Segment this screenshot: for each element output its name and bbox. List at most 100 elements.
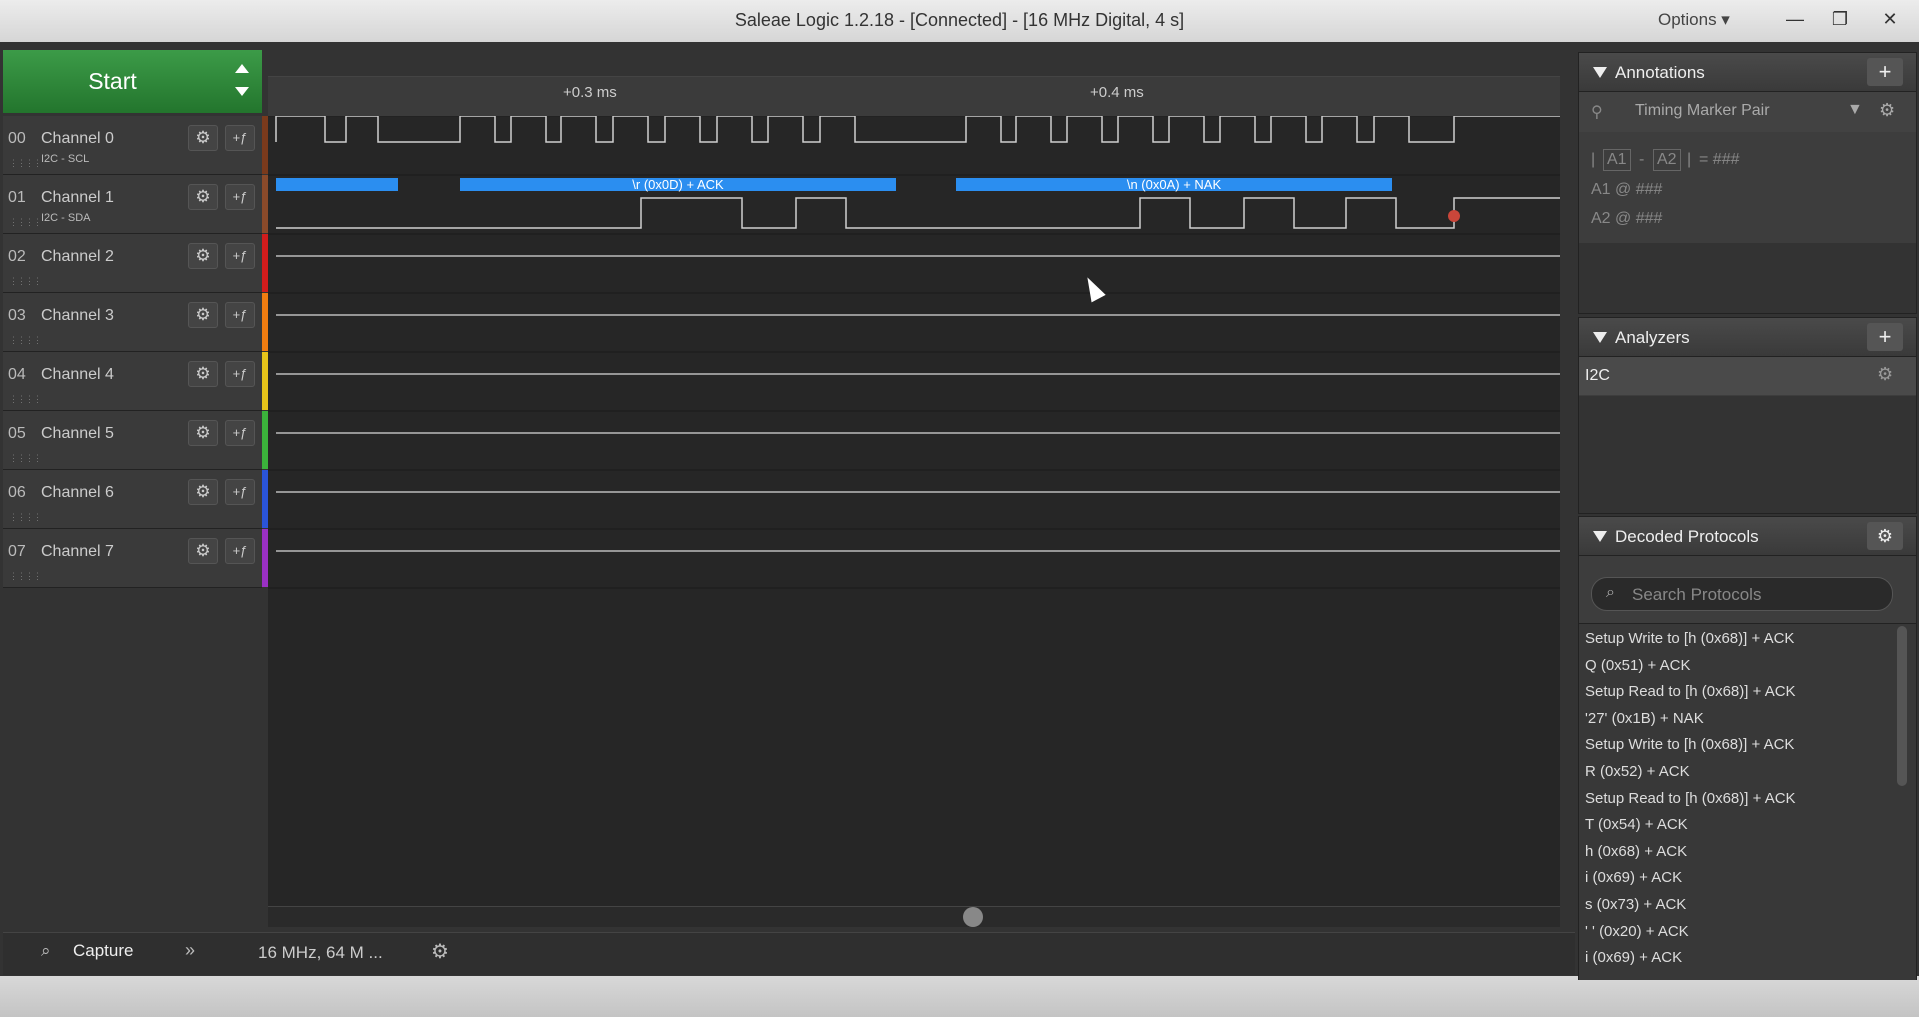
trigger-icon[interactable]: +ƒ xyxy=(225,302,255,328)
drag-handle-icon[interactable]: ⋮⋮⋮⋮ xyxy=(9,453,42,464)
drag-handle-icon[interactable]: ⋮⋮⋮⋮ xyxy=(9,335,42,346)
scroll-thumb[interactable] xyxy=(963,907,983,927)
double-chevron-icon[interactable]: » xyxy=(185,940,195,961)
decode-bar[interactable] xyxy=(276,178,398,191)
protocol-list-item[interactable]: s (0x73) + ACK xyxy=(1585,896,1686,913)
capture-tab[interactable]: Capture xyxy=(73,941,133,961)
marker-pin-icon: ⚲ xyxy=(1591,104,1603,121)
channel-name[interactable]: Channel 4 xyxy=(41,366,114,384)
decode-bar-label: \r (0x0D) + ACK xyxy=(632,177,724,192)
drag-handle-icon[interactable]: ⋮⋮⋮⋮ xyxy=(9,571,42,582)
collapse-triangle-icon[interactable] xyxy=(1593,332,1607,343)
a1-marker[interactable]: A1 xyxy=(1603,149,1631,171)
horizontal-scrollbar[interactable] xyxy=(268,906,1560,927)
timing-marker-row[interactable]: ⚲ Timing Marker Pair ▼ ⚙ xyxy=(1579,92,1916,132)
search-input[interactable] xyxy=(1630,583,1884,607)
collapse-triangle-icon[interactable] xyxy=(1593,531,1607,542)
channel-row[interactable]: 06 ⋮⋮⋮⋮ Channel 6 ⚙ +ƒ xyxy=(3,470,262,529)
delta-value: = ### xyxy=(1699,151,1740,168)
protocol-list-item[interactable]: Setup Write to [h (0x68)] + ACK xyxy=(1585,630,1794,647)
gear-icon[interactable]: ⚙ xyxy=(188,125,218,151)
channel-name[interactable]: Channel 0 xyxy=(41,130,114,148)
protocol-list-item[interactable]: i (0x69) + ACK xyxy=(1585,949,1682,966)
trigger-icon[interactable]: +ƒ xyxy=(225,125,255,151)
protocol-list-item[interactable]: T (0x54) + ACK xyxy=(1585,816,1688,833)
gear-icon[interactable]: ⚙ xyxy=(1877,364,1893,385)
protocol-list-item[interactable]: Setup Read to [h (0x68)] + ACK xyxy=(1585,790,1796,807)
channel-name[interactable]: Channel 3 xyxy=(41,307,114,325)
decoded-protocols-panel: Decoded Protocols ⚙ ⌕ Setup Write to [h … xyxy=(1578,516,1917,980)
drag-handle-icon[interactable]: ⋮⋮⋮⋮ xyxy=(9,158,42,169)
channel-row[interactable]: 03 ⋮⋮⋮⋮ Channel 3 ⚙ +ƒ xyxy=(3,293,262,352)
status-footer xyxy=(0,976,1919,1017)
analyzer-item[interactable]: I2C ⚙ xyxy=(1579,357,1916,395)
protocol-list-item[interactable]: h (0x68) + ACK xyxy=(1585,843,1687,860)
restore-button[interactable]: ❐ xyxy=(1820,4,1860,34)
trigger-icon[interactable]: +ƒ xyxy=(225,184,255,210)
protocol-list-item[interactable]: Setup Write to [h (0x68)] + ACK xyxy=(1585,736,1794,753)
protocol-list-item[interactable]: i (0x69) + ACK xyxy=(1585,869,1682,886)
trigger-icon[interactable]: +ƒ xyxy=(225,420,255,446)
a2-marker[interactable]: A2 xyxy=(1653,149,1681,171)
protocol-list-item[interactable]: '27' (0x1B) + NAK xyxy=(1585,710,1704,727)
channel-row[interactable]: 05 ⋮⋮⋮⋮ Channel 5 ⚙ +ƒ xyxy=(3,411,262,470)
gear-icon[interactable]: ⚙ xyxy=(188,479,218,505)
gear-icon[interactable]: ⚙ xyxy=(188,420,218,446)
gear-icon[interactable]: ⚙ xyxy=(188,302,218,328)
protocol-list[interactable]: Setup Write to [h (0x68)] + ACK Q (0x51) … xyxy=(1579,623,1916,980)
window-title: Saleae Logic 1.2.18 - [Connected] - [16 … xyxy=(734,10,1185,30)
gear-icon[interactable]: ⚙ xyxy=(188,361,218,387)
gear-icon[interactable]: ⚙ xyxy=(188,538,218,564)
channel-row[interactable]: 01 ⋮⋮⋮⋮ Channel 1 I2C - SDA ⚙ +ƒ xyxy=(3,175,262,234)
drag-handle-icon[interactable]: ⋮⋮⋮⋮ xyxy=(9,394,42,405)
start-button[interactable]: Start xyxy=(3,50,223,113)
protocol-list-item[interactable]: ' ' (0x20) + ACK xyxy=(1585,923,1689,940)
marker-dot[interactable] xyxy=(1448,210,1460,222)
channel-row[interactable]: 02 ⋮⋮⋮⋮ Channel 2 ⚙ +ƒ xyxy=(3,234,262,293)
dropdown-icon[interactable]: ▼ xyxy=(1847,101,1863,119)
time-tick-label: +0.4 ms xyxy=(1090,84,1144,101)
options-menu[interactable]: Options ▾ xyxy=(1658,10,1730,30)
time-tick-label: +0.3 ms xyxy=(563,84,617,101)
gear-icon[interactable]: ⚙ xyxy=(1879,100,1895,121)
search-box[interactable]: ⌕ xyxy=(1591,577,1893,611)
minimize-button[interactable]: — xyxy=(1775,4,1815,34)
trigger-icon[interactable]: +ƒ xyxy=(225,243,255,269)
trigger-icon[interactable]: +ƒ xyxy=(225,479,255,505)
drag-handle-icon[interactable]: ⋮⋮⋮⋮ xyxy=(9,512,42,523)
annotations-header[interactable]: Annotations + xyxy=(1579,53,1916,92)
channel-name[interactable]: Channel 6 xyxy=(41,484,114,502)
start-options-toggle[interactable] xyxy=(222,50,262,113)
drag-handle-icon[interactable]: ⋮⋮⋮⋮ xyxy=(9,276,42,287)
channel-row[interactable]: 00 ⋮⋮⋮⋮ Channel 0 I2C - SCL ⚙ +ƒ xyxy=(3,116,262,175)
protocol-list-item[interactable]: Setup Read to [h (0x68)] + ACK xyxy=(1585,683,1796,700)
gear-icon[interactable]: ⚙ xyxy=(1867,522,1903,550)
channel-row[interactable]: 04 ⋮⋮⋮⋮ Channel 4 ⚙ +ƒ xyxy=(3,352,262,411)
close-button[interactable]: ✕ xyxy=(1870,4,1910,34)
analyzers-header[interactable]: Analyzers + xyxy=(1579,318,1916,357)
trigger-icon[interactable]: +ƒ xyxy=(225,361,255,387)
sample-rate-label[interactable]: 16 MHz, 64 M ... xyxy=(258,943,383,963)
gear-icon[interactable]: ⚙ xyxy=(188,184,218,210)
add-analyzer-button[interactable]: + xyxy=(1867,323,1903,351)
decoded-protocols-header[interactable]: Decoded Protocols ⚙ xyxy=(1579,517,1916,556)
timeline-ruler[interactable]: +0.3 ms +0.4 ms xyxy=(268,50,1560,117)
decode-bar-label: \n (0x0A) + NAK xyxy=(1127,177,1222,192)
add-annotation-button[interactable]: + xyxy=(1867,58,1903,86)
arrow-down-icon xyxy=(235,87,249,96)
list-scrollbar[interactable] xyxy=(1897,626,1907,786)
channel-name[interactable]: Channel 1 xyxy=(41,189,114,207)
channel-name[interactable]: Channel 7 xyxy=(41,543,114,561)
gear-icon[interactable]: ⚙ xyxy=(431,939,449,964)
sda-trace xyxy=(276,197,1560,229)
channel-name[interactable]: Channel 2 xyxy=(41,248,114,266)
channel-row[interactable]: 07 ⋮⋮⋮⋮ Channel 7 ⚙ +ƒ xyxy=(3,529,262,588)
protocol-list-item[interactable]: R (0x52) + ACK xyxy=(1585,763,1690,780)
drag-handle-icon[interactable]: ⋮⋮⋮⋮ xyxy=(9,217,42,228)
trigger-icon[interactable]: +ƒ xyxy=(225,538,255,564)
collapse-triangle-icon[interactable] xyxy=(1593,67,1607,78)
gear-icon[interactable]: ⚙ xyxy=(188,243,218,269)
protocol-list-item[interactable]: Q (0x51) + ACK xyxy=(1585,657,1690,674)
channel-name[interactable]: Channel 5 xyxy=(41,425,114,443)
timeline-scroll-strip[interactable] xyxy=(268,50,1560,77)
